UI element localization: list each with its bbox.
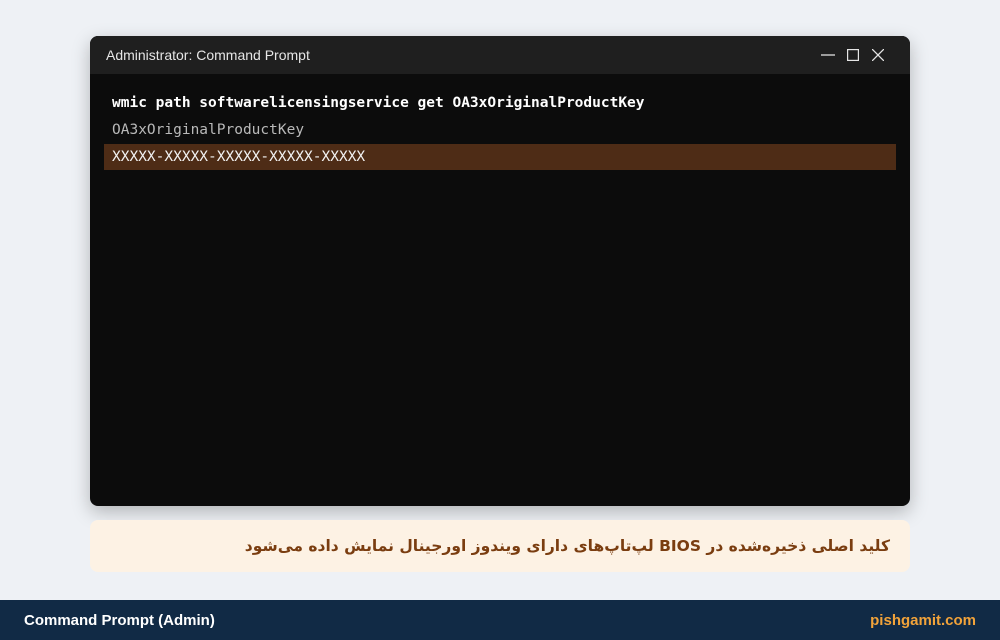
maximize-button[interactable] — [840, 36, 865, 74]
title-bar[interactable]: Administrator: Command Prompt — [90, 36, 910, 74]
close-icon — [871, 49, 884, 61]
footer-bar: Command Prompt (Admin) pishgamit.com — [0, 600, 1000, 640]
command-line: wmic path softwarelicensingservice get O… — [112, 95, 645, 111]
window-title: Administrator: Command Prompt — [106, 47, 310, 63]
command-prompt-window: Administrator: Command Prompt wmic path — [90, 36, 910, 506]
close-button[interactable] — [865, 36, 890, 74]
caption-box: کلید اصلی ذخیره‌شده در BIOS لپ‌تاپ‌های د… — [90, 520, 910, 572]
footer-label: Command Prompt (Admin) — [24, 611, 215, 629]
window-controls — [815, 36, 910, 74]
console-output[interactable]: wmic path softwarelicensingservice get O… — [90, 74, 910, 170]
minimize-button[interactable] — [815, 36, 840, 74]
maximize-icon — [846, 49, 859, 61]
caption-text: کلید اصلی ذخیره‌شده در BIOS لپ‌تاپ‌های د… — [244, 537, 890, 555]
product-key-line: XXXXX-XXXXX-XXXXX-XXXXX-XXXXX — [104, 144, 896, 170]
output-header: OA3xOriginalProductKey — [112, 122, 305, 138]
footer-site: pishgamit.com — [870, 611, 976, 629]
minimize-icon — [820, 54, 835, 56]
